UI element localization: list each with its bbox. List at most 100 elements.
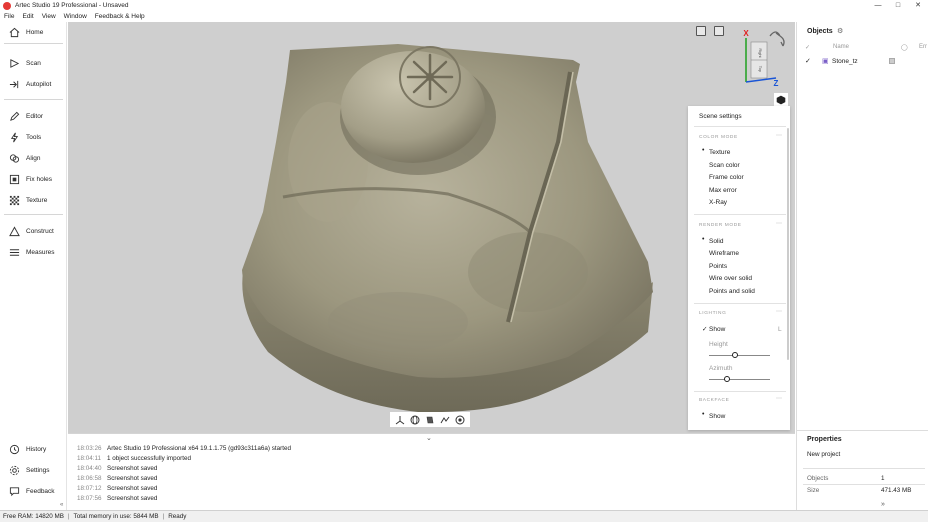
stone-model[interactable] — [68, 22, 795, 433]
fix-holes-icon — [9, 174, 20, 184]
total-memory-status: Total memory in use: 5844 MB — [73, 513, 159, 520]
target-icon[interactable] — [455, 415, 465, 425]
object-visible-checkbox[interactable]: ✓ — [805, 57, 811, 65]
lighting-more-icon[interactable]: ⋯ — [776, 308, 782, 315]
maximize-button[interactable]: □ — [888, 0, 908, 11]
render-mode-heading: RENDER MODE — [699, 223, 742, 228]
lighting-show-toggle[interactable]: Show — [709, 326, 725, 333]
app-logo-icon — [3, 1, 11, 10]
azimuth-slider[interactable] — [709, 379, 770, 380]
wire-sphere-icon[interactable] — [410, 415, 420, 425]
sidebar-item-home[interactable]: Home — [0, 25, 67, 39]
backface-heading: BACKFACE — [699, 398, 730, 403]
object-row[interactable]: ✓ ▣ Stone_tz — [797, 56, 928, 68]
window-controls: — □ ✕ — [868, 0, 928, 11]
sidebar-item-scan[interactable]: Scan — [0, 56, 67, 70]
color-mode-max-error[interactable]: Max error — [709, 187, 737, 194]
backface-show-option[interactable]: Show — [709, 413, 725, 420]
log-entry: 18:04:11 1 object successfully imported — [77, 455, 191, 462]
cube-icon — [776, 95, 786, 105]
frame-view-icon[interactable] — [696, 26, 706, 36]
sidebar-item-history[interactable]: History — [0, 442, 67, 456]
render-mode-points[interactable]: Points — [709, 263, 727, 270]
scene-settings-title: Scene settings — [699, 113, 742, 120]
orientation-gizmo[interactable]: X Z Right Top — [736, 24, 792, 88]
lighting-heading: LIGHTING — [699, 311, 727, 316]
measures-icon — [9, 248, 20, 256]
divider — [803, 484, 925, 485]
render-mode-solid[interactable]: Solid — [709, 238, 723, 245]
sidebar-item-construct[interactable]: Construct — [0, 224, 67, 238]
sidebar-item-editor[interactable]: Editor — [0, 109, 67, 123]
collapse-log-icon[interactable]: ⌄ — [426, 434, 432, 442]
color-mode-frame-color[interactable]: Frame color — [709, 174, 744, 181]
lighting-shortcut: L — [778, 326, 782, 333]
menu-feedback-help[interactable]: Feedback & Help — [95, 13, 145, 20]
render-mode-more-icon[interactable]: ⋯ — [776, 220, 782, 227]
menu-edit[interactable]: Edit — [22, 13, 33, 20]
objects-settings-icon[interactable]: ⚙ — [837, 27, 843, 35]
color-mode-more-icon[interactable]: ⋯ — [776, 132, 782, 139]
construct-icon — [9, 225, 20, 236]
z-axis-label: Z — [774, 79, 779, 88]
scene-settings-button[interactable] — [774, 93, 788, 107]
free-ram-status: Free RAM: 14820 MB — [3, 513, 64, 520]
object-color-swatch[interactable] — [889, 58, 895, 64]
properties-title: Properties — [807, 436, 842, 443]
sidebar-item-measures[interactable]: Measures — [0, 245, 67, 259]
sidebar-item-tools[interactable]: Tools — [0, 130, 67, 144]
mesh-icon: ▣ — [822, 58, 829, 65]
expand-panel-icon[interactable]: » — [881, 501, 885, 508]
axes-icon[interactable] — [395, 415, 405, 425]
lock-column-icon: ◯ — [901, 45, 908, 51]
tools-icon — [10, 132, 19, 142]
sidebar-item-align[interactable]: Align — [0, 151, 67, 165]
selected-bullet-icon: • — [702, 411, 705, 418]
height-slider-thumb[interactable] — [731, 352, 738, 358]
scene-panel-scrollbar[interactable] — [787, 128, 789, 360]
log-entry: 18:03:26 Artec Studio 19 Professional x64… — [77, 445, 292, 452]
divider — [694, 303, 786, 304]
azimuth-slider-thumb[interactable] — [724, 376, 731, 382]
sidebar-item-feedback[interactable]: Feedback — [0, 484, 67, 498]
fit-view-icon[interactable] — [714, 26, 724, 36]
color-mode-texture[interactable]: Texture — [709, 149, 730, 156]
3d-viewport[interactable]: X Z Right Top — [68, 22, 795, 433]
render-mode-wireframe[interactable]: Wireframe — [709, 250, 739, 257]
error-column-header[interactable]: Err — [919, 44, 927, 50]
divider — [694, 214, 786, 215]
sidebar-item-fix-holes[interactable]: Fix holes — [0, 172, 67, 186]
shaded-object-icon[interactable] — [425, 415, 435, 425]
color-mode-heading: COLOR MODE — [699, 135, 738, 140]
menu-window[interactable]: Window — [64, 13, 87, 20]
visibility-column-icon: ✓ — [805, 45, 811, 51]
menu-file[interactable]: File — [4, 13, 14, 20]
color-mode-scan-color[interactable]: Scan color — [709, 162, 740, 169]
app-state-status: Ready — [168, 513, 187, 520]
render-mode-points-and-solid[interactable]: Points and solid — [709, 288, 755, 295]
color-mode-x-ray[interactable]: X-Ray — [709, 199, 727, 206]
name-column-header[interactable]: Name — [833, 44, 849, 50]
property-value: 1 — [881, 475, 885, 482]
sidebar: Home Scan Autopilot Editor Tools Align F… — [0, 22, 67, 510]
backface-more-icon[interactable]: ⋯ — [776, 395, 782, 402]
divider — [694, 126, 786, 127]
scan-icon — [10, 58, 20, 68]
height-slider[interactable] — [709, 355, 770, 356]
property-value: 471.43 MB — [881, 487, 912, 494]
property-key: Objects — [807, 475, 829, 482]
sidebar-item-autopilot[interactable]: Autopilot — [0, 77, 67, 91]
selected-bullet-icon: • — [702, 147, 705, 154]
x-axis-label: X — [743, 29, 749, 38]
minimize-button[interactable]: — — [868, 0, 888, 11]
render-mode-wire-over-solid[interactable]: Wire over solid — [709, 275, 752, 282]
collapse-sidebar-icon[interactable]: « — [60, 502, 63, 508]
divider — [694, 391, 786, 392]
close-button[interactable]: ✕ — [908, 0, 928, 11]
menu-view[interactable]: View — [42, 13, 56, 20]
project-name: New project — [807, 451, 841, 458]
lighting-icon[interactable] — [440, 415, 450, 425]
sidebar-item-settings[interactable]: Settings — [0, 463, 67, 477]
log-entry: 18:04:40 Screenshot saved — [77, 465, 158, 472]
sidebar-item-texture[interactable]: Texture — [0, 193, 67, 207]
